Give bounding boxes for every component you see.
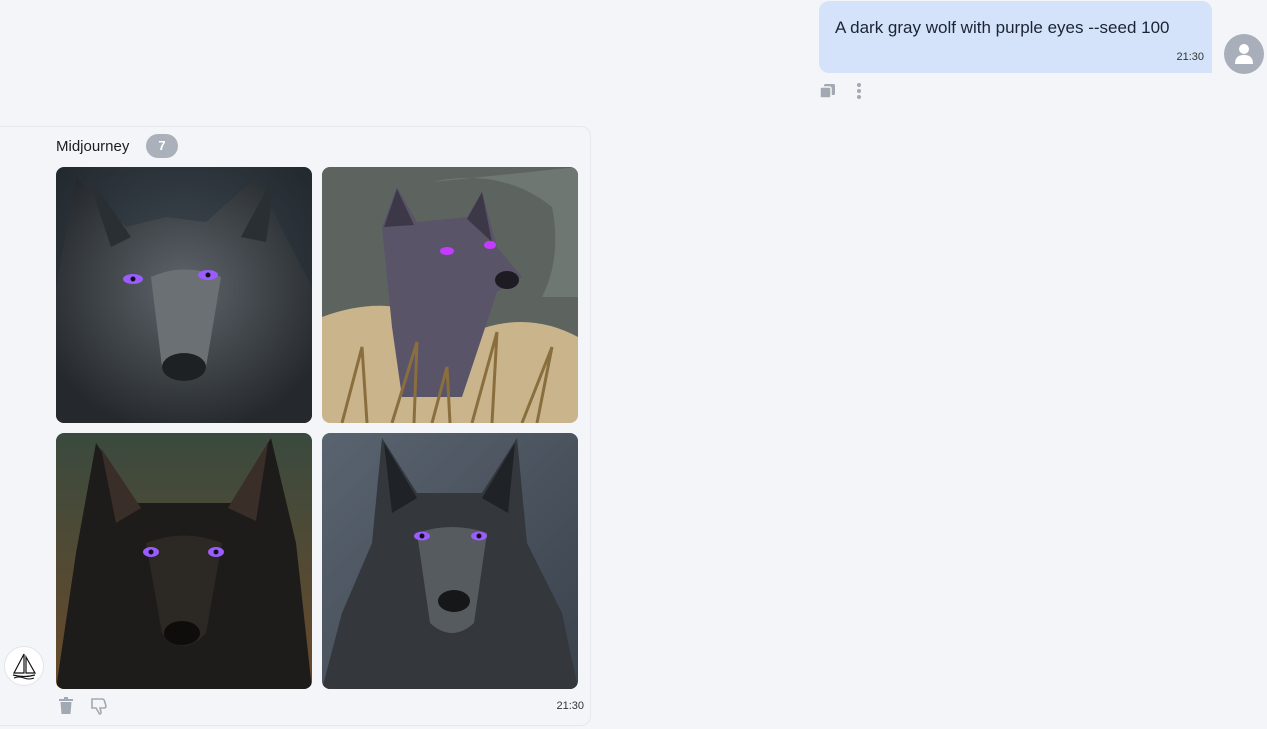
user-message-row: A dark gray wolf with purple eyes --seed… bbox=[0, 0, 1267, 110]
sailboat-icon bbox=[12, 653, 37, 680]
more-vertical-icon[interactable] bbox=[855, 82, 863, 105]
bot-author-name: Midjourney bbox=[56, 138, 130, 155]
person-icon bbox=[1235, 44, 1253, 64]
generated-image-1[interactable] bbox=[56, 167, 312, 423]
bot-message-card: Midjourney 7 21:30 bbox=[0, 126, 591, 726]
generated-image-4[interactable] bbox=[322, 433, 578, 689]
image-grid bbox=[56, 167, 578, 689]
copy-icon[interactable] bbox=[819, 82, 837, 105]
generated-image-2[interactable] bbox=[322, 167, 578, 423]
thumbs-down-icon[interactable] bbox=[90, 697, 108, 720]
bot-message-time: 21:30 bbox=[556, 700, 584, 712]
user-message-text: A dark gray wolf with purple eyes --seed… bbox=[835, 18, 1170, 37]
generated-image-3[interactable] bbox=[56, 433, 312, 689]
bot-version-badge: 7 bbox=[146, 134, 178, 158]
user-message-bubble: A dark gray wolf with purple eyes --seed… bbox=[819, 1, 1212, 73]
midjourney-avatar[interactable] bbox=[4, 646, 44, 686]
trash-icon[interactable] bbox=[58, 697, 74, 720]
user-avatar[interactable] bbox=[1224, 34, 1264, 74]
user-message-time: 21:30 bbox=[1176, 51, 1204, 63]
